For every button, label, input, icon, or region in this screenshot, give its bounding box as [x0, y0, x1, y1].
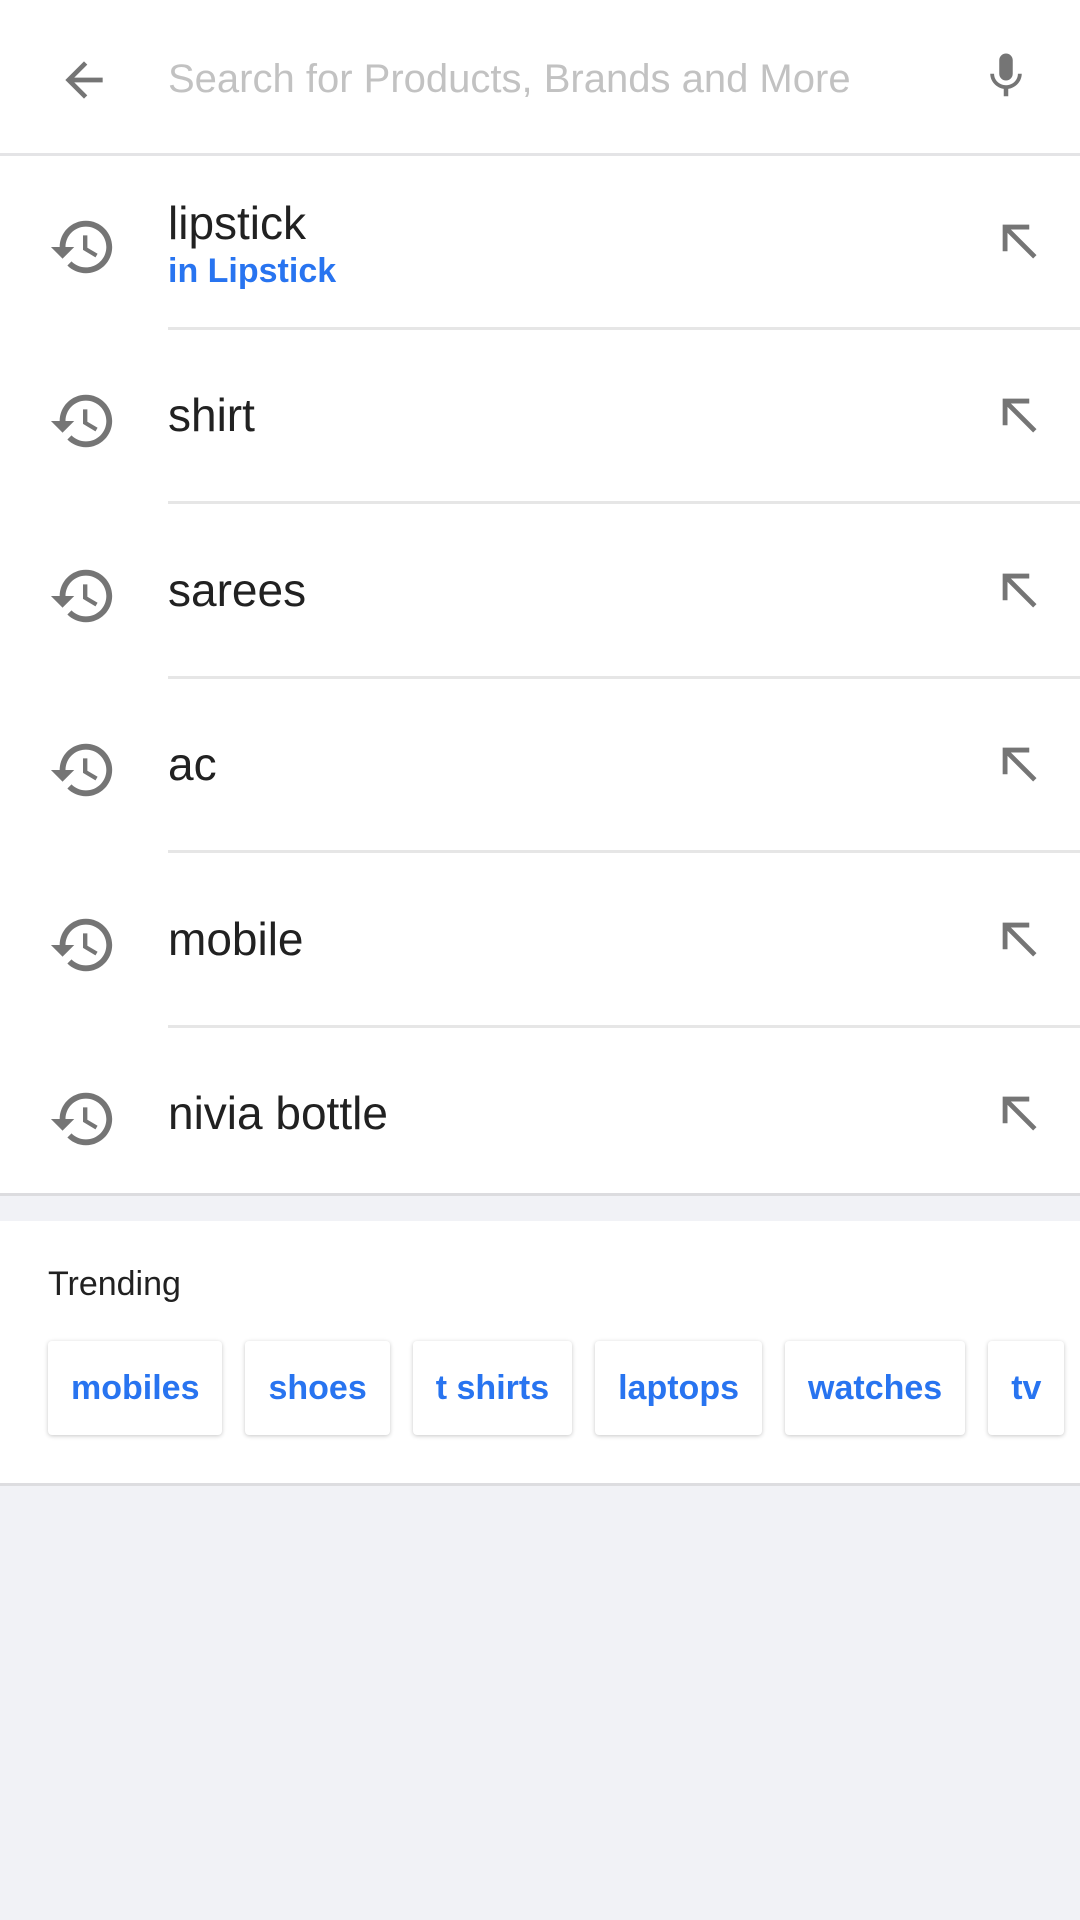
trending-chip[interactable]: shoes: [245, 1341, 390, 1435]
history-clock-icon: [48, 212, 118, 282]
history-item[interactable]: mobile: [0, 854, 1080, 1028]
arrow-up-left-icon[interactable]: [982, 553, 1062, 633]
trending-title: Trending: [48, 1265, 181, 1303]
trending-chips: mobiles shoes t shirts laptops watches tv: [48, 1341, 1065, 1435]
search-header: [0, 0, 1080, 156]
arrow-up-left-icon[interactable]: [982, 378, 1062, 458]
history-item-category: in Lipstick: [168, 252, 337, 290]
history-clock-icon: [48, 561, 118, 631]
arrow-up-left-icon[interactable]: [982, 902, 1062, 982]
history-item-label: mobile: [168, 913, 304, 965]
history-clock-icon: [48, 735, 118, 805]
history-item-label: shirt: [168, 389, 255, 441]
trending-chip[interactable]: laptops: [595, 1341, 763, 1435]
divider: [168, 501, 1080, 504]
arrow-up-left-icon[interactable]: [982, 1076, 1062, 1156]
search-history-list: lipstick in Lipstick shirt sarees ac mobile ni…: [0, 156, 1080, 1196]
arrow-up-left-icon[interactable]: [982, 204, 1062, 284]
history-item-label: lipstick: [168, 197, 307, 249]
back-button[interactable]: [44, 40, 124, 120]
divider: [168, 850, 1080, 853]
history-item[interactable]: shirt: [0, 330, 1080, 504]
arrow-up-left-icon[interactable]: [982, 727, 1062, 807]
history-clock-icon: [48, 1084, 118, 1154]
trending-section: Trending mobiles shoes t shirts laptops watc…: [0, 1221, 1080, 1486]
history-item[interactable]: nivia bottle: [0, 1028, 1080, 1202]
history-item-label: ac: [168, 738, 217, 790]
voice-search-button[interactable]: [966, 36, 1046, 116]
history-clock-icon: [48, 386, 118, 456]
trending-chip[interactable]: mobiles: [48, 1341, 223, 1435]
search-input[interactable]: [168, 44, 948, 114]
history-clock-icon: [48, 910, 118, 980]
history-item[interactable]: lipstick in Lipstick: [0, 156, 1080, 330]
history-item-label: sarees: [168, 564, 307, 616]
microphone-icon: [990, 53, 1022, 97]
history-item[interactable]: sarees: [0, 505, 1080, 679]
trending-chip[interactable]: watches: [785, 1341, 966, 1435]
arrow-back-icon: [65, 61, 103, 99]
trending-chip[interactable]: tv: [988, 1341, 1065, 1435]
trending-chip[interactable]: t shirts: [412, 1341, 573, 1435]
history-item-label: nivia bottle: [168, 1087, 388, 1139]
history-item[interactable]: ac: [0, 679, 1080, 853]
